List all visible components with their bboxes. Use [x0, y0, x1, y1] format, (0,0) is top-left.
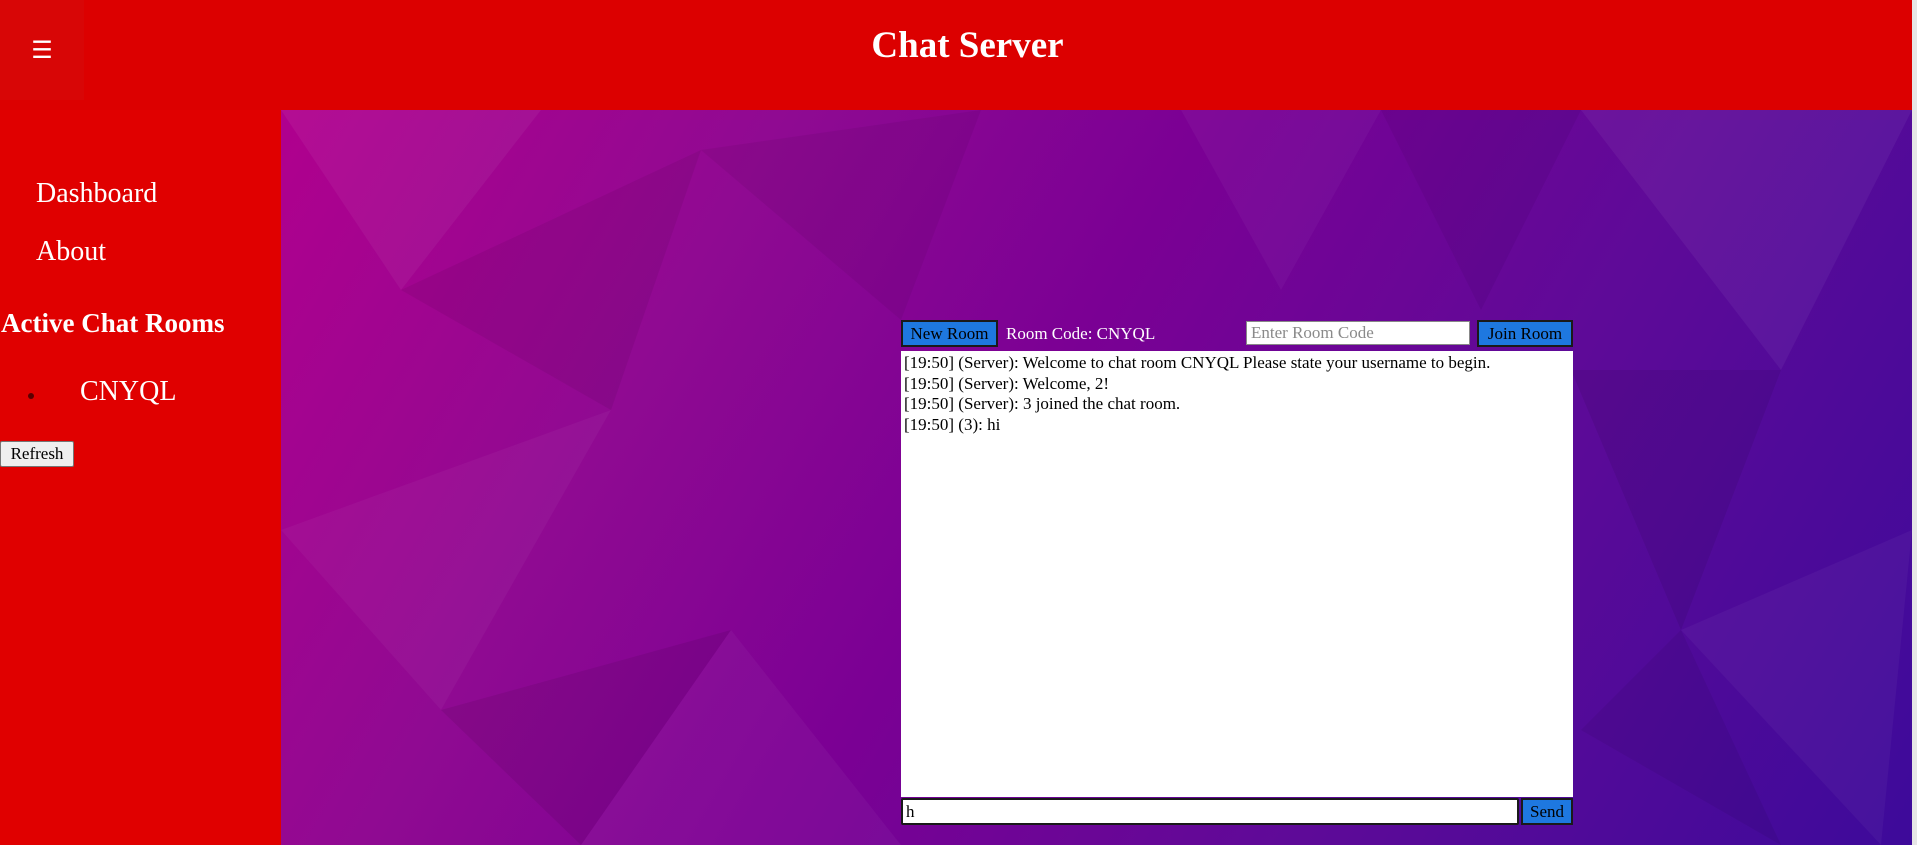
room-code-input[interactable]: [1246, 321, 1470, 345]
bullet-icon: [28, 393, 34, 399]
message-item: [19:50] (Server): Welcome, 2!: [904, 373, 1110, 393]
sidebar: Dashboard About Active Chat Rooms CNYQL …: [0, 110, 281, 845]
new-room-button[interactable]: New Room: [901, 320, 998, 347]
message-item: [19:50] (Server): 3 joined the chat room…: [904, 394, 1181, 413]
sidebar-item-about[interactable]: About: [36, 236, 106, 268]
main-area: New Room Room Code: CNYQL Join Room [19:…: [281, 110, 1912, 845]
active-rooms-heading: Active Chat Rooms: [1, 308, 225, 338]
chat-panel: New Room Room Code: CNYQL Join Room [19:…: [901, 320, 1573, 828]
message-log[interactable]: [19:50] (Server): Welcome to chat room C…: [901, 351, 1573, 797]
send-button[interactable]: Send: [1521, 798, 1573, 825]
room-list-item[interactable]: CNYQL: [80, 376, 176, 408]
top-header: ☰ Chat Server: [0, 0, 1917, 110]
message-item: [19:50] (3): hi: [904, 414, 1001, 434]
join-room-button[interactable]: Join Room: [1477, 320, 1573, 347]
message-input[interactable]: [901, 798, 1519, 825]
page-scrollbar[interactable]: [1912, 0, 1917, 845]
app-title: Chat Server: [871, 25, 1064, 66]
message-item: [19:50] (Server): Welcome to chat room C…: [904, 353, 1491, 372]
room-code-label: Room Code: CNYQL: [1006, 324, 1156, 343]
refresh-button[interactable]: Refresh: [0, 441, 74, 467]
sidebar-item-dashboard[interactable]: Dashboard: [36, 178, 157, 210]
